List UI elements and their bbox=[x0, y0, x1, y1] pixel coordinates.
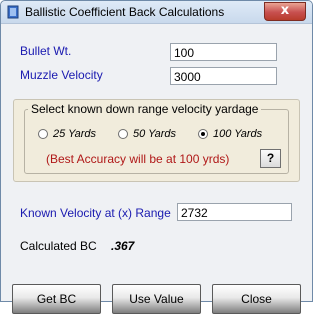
close-button[interactable]: Close bbox=[212, 284, 301, 314]
radio-50-yards-label[interactable]: 50 Yards bbox=[133, 128, 176, 140]
get-bc-button[interactable]: Get BC bbox=[12, 284, 101, 314]
app-icon bbox=[7, 5, 19, 19]
muzzle-velocity-input[interactable]: 3000 bbox=[170, 67, 277, 85]
radio-25-yards-label[interactable]: 25 Yards bbox=[53, 128, 96, 140]
radio-25-yards-button[interactable] bbox=[38, 129, 48, 139]
yardage-group-caption: Select known down range velocity yardage bbox=[28, 102, 262, 116]
known-velocity-label: Known Velocity at (x) Range bbox=[20, 206, 171, 220]
calculated-bc-value: .367 bbox=[111, 239, 135, 253]
radio-100-yards-button[interactable] bbox=[198, 129, 208, 139]
window-close-button[interactable]: x bbox=[264, 2, 306, 21]
radio-50-yards-button[interactable] bbox=[118, 129, 128, 139]
help-button[interactable]: ? bbox=[260, 149, 281, 168]
title-bar[interactable]: Ballistic Coefficient Back Calculations … bbox=[1, 1, 312, 24]
bullet-wt-input[interactable]: 100 bbox=[170, 43, 277, 61]
calculated-bc-label: Calculated BC bbox=[20, 239, 97, 253]
bullet-wt-label: Bullet Wt. bbox=[20, 44, 72, 58]
window-title: Ballistic Coefficient Back Calculations bbox=[25, 5, 225, 19]
accuracy-note: (Best Accuracy will be at 100 yrds) bbox=[46, 152, 230, 166]
bc-back-calc-window: Ballistic Coefficient Back Calculations … bbox=[0, 0, 313, 314]
dialog-body: Bullet Wt. 100 Muzzle Velocity 3000 Sele… bbox=[1, 24, 312, 314]
radio-100-yards-label[interactable]: 100 Yards bbox=[213, 128, 262, 140]
known-velocity-input[interactable]: 2732 bbox=[177, 203, 292, 221]
yardage-groupbox: Select known down range velocity yardage… bbox=[13, 99, 300, 182]
use-value-button[interactable]: Use Value bbox=[112, 284, 201, 314]
muzzle-velocity-label: Muzzle Velocity bbox=[20, 68, 103, 82]
